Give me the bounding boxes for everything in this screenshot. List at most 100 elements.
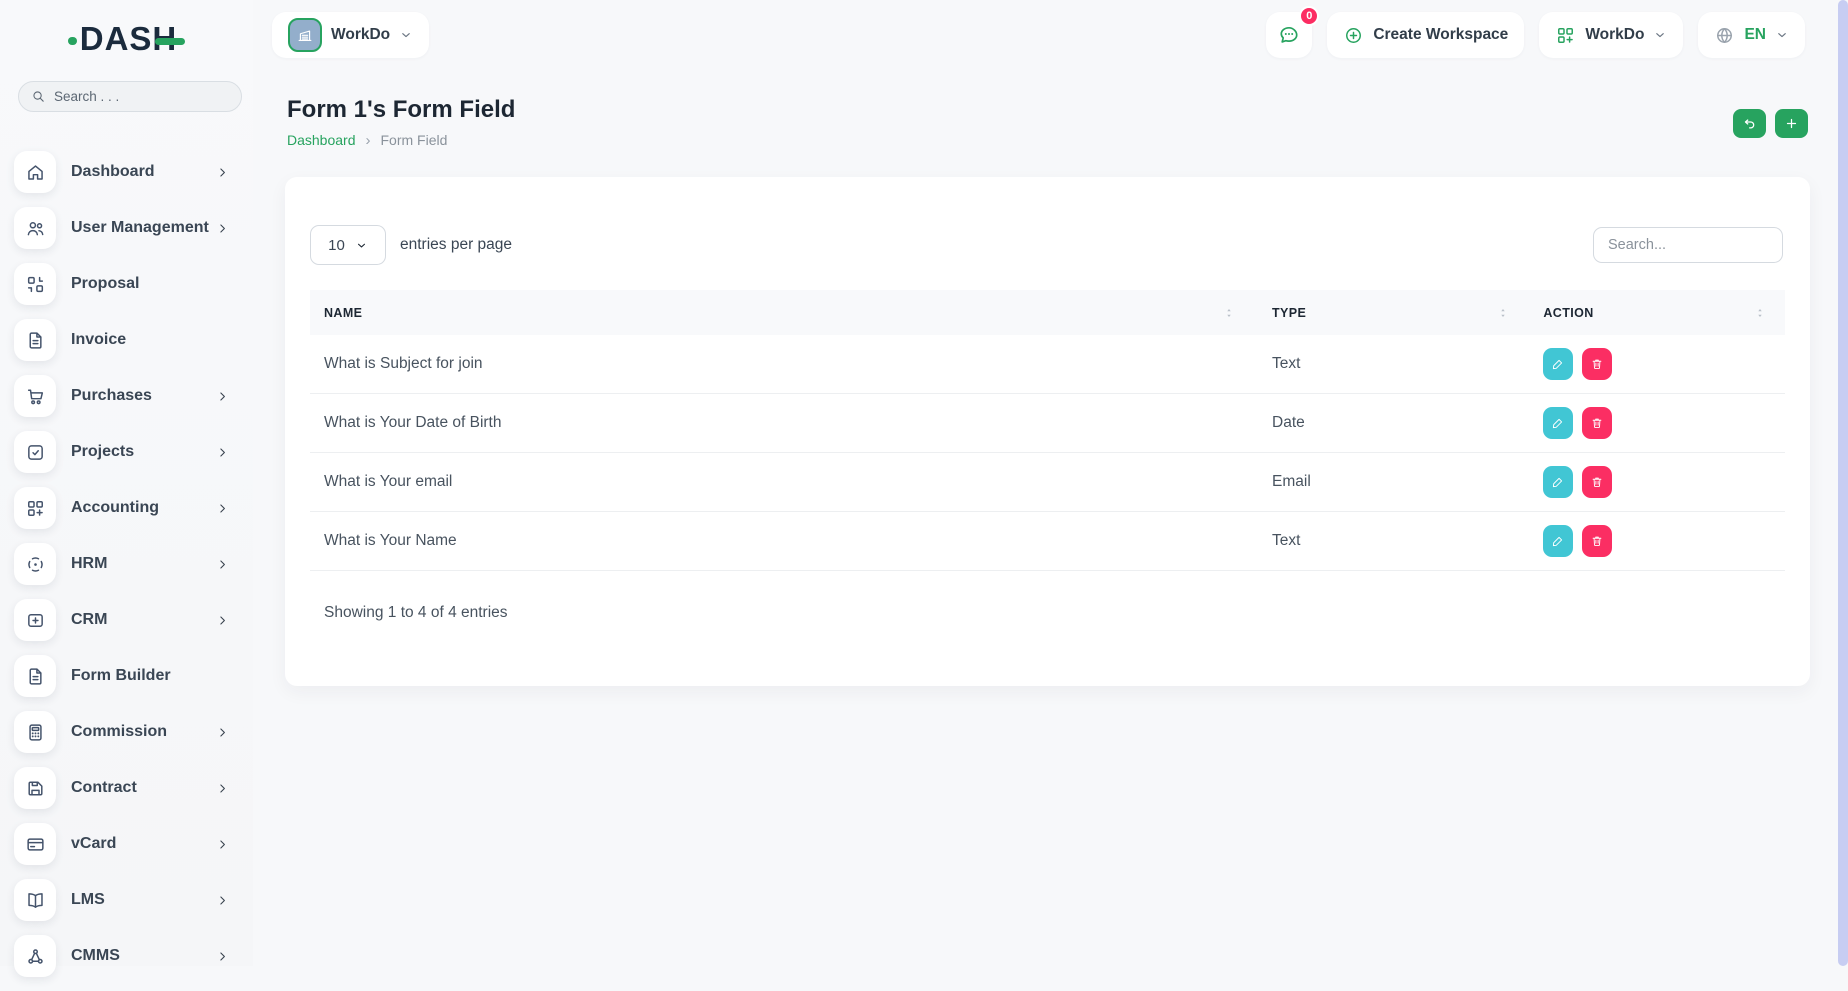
cell-actions [1528,466,1785,498]
column-header-name[interactable]: NAME [310,306,1254,320]
entries-per-page-select[interactable]: 10 [310,225,386,265]
sidebar-item-label: User Management [71,219,209,237]
sidebar-item-dashboard[interactable]: Dashboard [14,151,239,193]
globe-icon [1714,25,1735,46]
cell-actions [1528,525,1785,557]
cell-type: Email [1254,473,1528,491]
chevron-right-icon [216,222,229,235]
sidebar-search-input[interactable] [54,89,229,104]
commission-icon [14,711,56,753]
building-icon [288,18,322,52]
sidebar-item-label: Accounting [71,499,159,517]
sidebar-item-label: Projects [71,443,134,461]
form-builder-icon [14,655,56,697]
language-dropdown[interactable]: EN [1698,12,1805,58]
sidebar: DASH Dashboard User Management Proposal Inv… [0,0,253,966]
chevron-down-icon [1653,28,1667,42]
sidebar-item-label: CRM [71,611,107,629]
plus-circle-icon [1343,25,1364,46]
invoice-icon [14,319,56,361]
back-button[interactable] [1733,109,1766,138]
sidebar-item-cmms[interactable]: CMMS [14,935,239,977]
sidebar-item-label: HRM [71,555,107,573]
edit-button[interactable] [1543,348,1573,380]
column-header-type[interactable]: TYPE [1254,306,1528,320]
sidebar-item-proposal[interactable]: Proposal [14,263,239,305]
table-search-input[interactable] [1593,227,1783,263]
pencil-icon [1551,416,1565,430]
column-header-action[interactable]: ACTION [1528,306,1785,320]
brand-logo[interactable]: DASH [0,22,253,55]
logo-dash-decoration [155,38,185,45]
chevron-right-icon [216,614,229,627]
edit-button[interactable] [1543,525,1573,557]
sidebar-item-purchases[interactable]: Purchases [14,375,239,417]
messages-badge: 0 [1299,6,1319,26]
sidebar-item-label: Purchases [71,387,152,405]
sidebar-item-label: Form Builder [71,667,171,685]
delete-button[interactable] [1582,525,1612,557]
chevron-right-icon [216,166,229,179]
home-icon [14,151,56,193]
chevron-right-icon [216,894,229,907]
breadcrumb-dashboard-link[interactable]: Dashboard [287,132,356,148]
page-title: Form 1's Form Field [287,96,515,124]
page-head-actions [1733,109,1808,138]
edit-button[interactable] [1543,466,1573,498]
cmms-icon [14,935,56,977]
sort-icon[interactable] [1222,306,1236,320]
delete-button[interactable] [1582,348,1612,380]
page-scrollbar[interactable] [1838,0,1848,966]
table-row: What is Your emailEmail [310,453,1785,512]
sidebar-item-crm[interactable]: CRM [14,599,239,641]
add-form-field-button[interactable] [1775,109,1808,138]
sidebar-item-projects[interactable]: Projects [14,431,239,473]
workspace-switcher-label: WorkDo [331,26,390,44]
chevron-down-icon [1775,28,1789,42]
sidebar-menu: Dashboard User Management Proposal Invoice P… [0,151,253,991]
sidebar-item-vcard[interactable]: vCard [14,823,239,865]
chat-icon [1277,23,1301,47]
sidebar-item-label: Invoice [71,331,126,349]
cell-name: What is Your Name [310,532,1254,550]
hrm-icon [14,543,56,585]
workspace-dropdown[interactable]: WorkDo [1539,12,1683,58]
sort-icon[interactable] [1496,306,1510,320]
topbar-actions: 0 Create Workspace WorkDo EN [1266,12,1805,58]
projects-icon [14,431,56,473]
cell-type: Text [1254,532,1528,550]
delete-button[interactable] [1582,407,1612,439]
sidebar-item-user-management[interactable]: User Management [14,207,239,249]
create-workspace-label: Create Workspace [1373,26,1508,44]
breadcrumb: Dashboard › Form Field [287,132,447,148]
sort-icon[interactable] [1753,306,1767,320]
sidebar-item-label: CMMS [71,947,120,965]
lms-icon [14,879,56,921]
sidebar-item-accounting[interactable]: Accounting [14,487,239,529]
edit-button[interactable] [1543,407,1573,439]
form-fields-card: 10 entries per page NAME TYPE ACTION Wha… [285,177,1810,686]
chevron-right-icon [216,726,229,739]
sidebar-item-hrm[interactable]: HRM [14,543,239,585]
entries-per-page-label: entries per page [400,236,512,254]
sidebar-item-label: Commission [71,723,167,741]
chevron-right-icon [216,782,229,795]
cell-actions [1528,348,1785,380]
entries-per-page-value: 10 [328,237,345,254]
chevron-right-icon [216,446,229,459]
sidebar-item-lms[interactable]: LMS [14,879,239,921]
delete-button[interactable] [1582,466,1612,498]
sidebar-item-form-builder[interactable]: Form Builder [14,655,239,697]
sidebar-item-invoice[interactable]: Invoice [14,319,239,361]
create-workspace-button[interactable]: Create Workspace [1327,12,1524,58]
sidebar-item-contract[interactable]: Contract [14,767,239,809]
workspace-switcher[interactable]: WorkDo [272,12,429,58]
pencil-icon [1551,475,1565,489]
sidebar-item-label: LMS [71,891,105,909]
messages-button[interactable]: 0 [1266,12,1312,58]
sidebar-item-commission[interactable]: Commission [14,711,239,753]
logo-dot-decoration [68,37,77,45]
breadcrumb-separator-icon: › [366,133,371,148]
sidebar-search[interactable] [18,81,242,112]
table-header-row: NAME TYPE ACTION [310,290,1785,335]
